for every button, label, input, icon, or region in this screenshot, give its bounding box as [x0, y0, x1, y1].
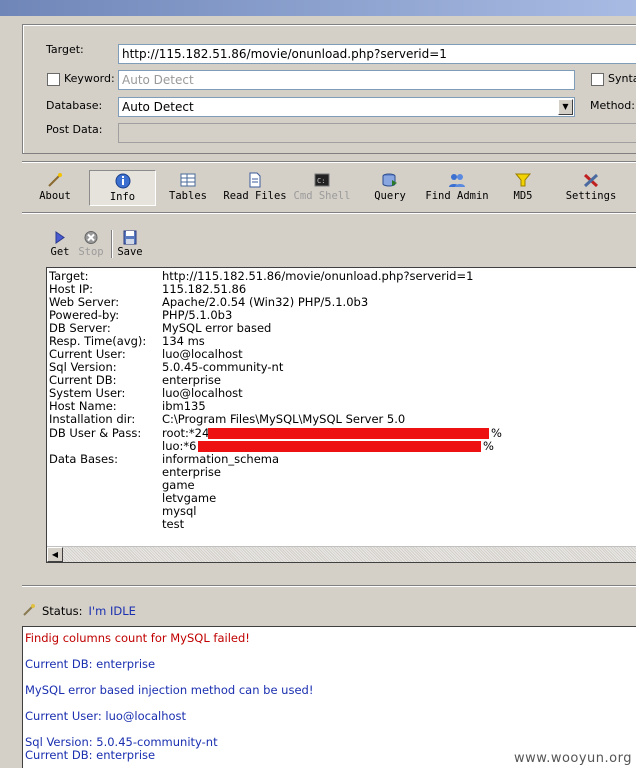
users-icon: [449, 174, 465, 187]
tools-icon: [583, 173, 599, 188]
query-icon: [382, 173, 397, 187]
toolbar-query-label: Query: [374, 190, 406, 202]
keyword-checkbox[interactable]: [47, 73, 60, 86]
toolbar-settings-label: Settings: [565, 190, 617, 202]
toolbar-find-admin-button[interactable]: Find Admin: [423, 170, 491, 206]
status-bar: Status: I'm IDLE: [22, 603, 136, 618]
method-label: Method:: [590, 99, 635, 112]
target-group: Target: http://115.182.51.86/movie/onunl…: [22, 24, 636, 154]
syntax-label: Synta: [608, 72, 636, 85]
table-icon: [180, 173, 196, 187]
stop-icon: [84, 231, 98, 244]
subtoolbar-separator: [111, 230, 113, 258]
toolbar-settings-button[interactable]: Settings: [563, 170, 619, 206]
redaction-bar: [208, 428, 489, 439]
database-name: test: [162, 517, 185, 531]
play-icon: [55, 231, 65, 244]
database-select-value: Auto Detect: [122, 100, 194, 114]
funnel-icon: [514, 173, 532, 187]
log-line: Findig columns count for MySQL failed!: [25, 631, 250, 645]
floppy-disk-icon: [123, 230, 137, 245]
toolbar-tables-button[interactable]: Tables: [166, 170, 210, 206]
info-icon: [115, 173, 130, 189]
stop-label: Stop: [78, 246, 104, 258]
save-label: Save: [117, 246, 143, 258]
toolbar-md5-button[interactable]: MD5: [509, 170, 537, 206]
postdata-label: Post Data:: [46, 123, 103, 136]
file-icon: [249, 172, 261, 188]
database-label: Database:: [46, 99, 103, 112]
toolbar-about-button[interactable]: About: [34, 170, 76, 206]
toolbar-about-label: About: [39, 190, 71, 202]
info-key: Data Bases:: [49, 452, 118, 466]
scroll-left-arrow-icon[interactable]: ◀: [47, 547, 63, 562]
toolbar-cmd-shell-button[interactable]: C: Cmd Shell: [293, 170, 351, 206]
toolbar-find-admin-label: Find Admin: [425, 190, 489, 202]
toolbar-info-label: Info: [109, 191, 136, 203]
toolbar-bottom-separator: [22, 212, 636, 214]
status-value: I'm IDLE: [88, 604, 136, 618]
svg-text:C:: C:: [317, 177, 325, 185]
toolbar-read-files-button[interactable]: Read Files: [222, 170, 288, 206]
info-key: Installation dir:: [49, 412, 136, 426]
get-label: Get: [50, 246, 70, 258]
info-dbuser-2-suffix: %: [483, 439, 494, 453]
stop-button[interactable]: Stop: [76, 228, 106, 262]
postdata-input[interactable]: [118, 123, 636, 143]
status-label: Status:: [42, 604, 83, 618]
target-label: Target:: [46, 43, 84, 56]
wand-icon: [23, 604, 35, 616]
redaction-bar: [198, 441, 481, 452]
wand-icon: [48, 173, 62, 187]
toolbar-query-button[interactable]: Query: [370, 170, 410, 206]
horizontal-scrollbar[interactable]: ◀: [47, 546, 636, 562]
panel-separator: [22, 585, 636, 587]
info-key: DB User & Pass:: [49, 426, 142, 440]
chevron-down-icon[interactable]: ▼: [558, 99, 573, 115]
info-value: C:\Program Files\MySQL\MySQL Server 5.0: [162, 412, 406, 426]
keyword-input[interactable]: Auto Detect: [118, 70, 575, 90]
keyword-label: Keyword:: [64, 72, 115, 85]
log-panel[interactable]: Findig columns count for MySQL failed! Cu…: [22, 626, 636, 768]
target-input[interactable]: http://115.182.51.86/movie/onunload.php?…: [118, 44, 636, 64]
save-button[interactable]: Save: [116, 228, 144, 262]
syntax-checkbox[interactable]: [591, 73, 604, 86]
get-button[interactable]: Get: [48, 228, 72, 262]
toolbar-md5-label: MD5: [513, 190, 533, 202]
toolbar-cmd-shell-label: Cmd Shell: [293, 190, 351, 202]
window-titlebar: [0, 0, 636, 16]
log-line: Current DB: enterprise: [25, 748, 156, 762]
log-line: Current User: luo@localhost: [25, 709, 187, 723]
log-line: Current DB: enterprise: [25, 657, 156, 671]
database-select[interactable]: Auto Detect ▼: [118, 97, 575, 117]
toolbar-info-button[interactable]: Info: [89, 170, 156, 206]
terminal-icon: C:: [314, 173, 330, 187]
watermark: www.wooyun.org: [513, 751, 632, 766]
toolbar-read-files-label: Read Files: [223, 190, 287, 202]
toolbar-tables-label: Tables: [169, 190, 207, 202]
log-line: MySQL error based injection method can b…: [25, 683, 314, 697]
info-panel[interactable]: Target: http://115.182.51.86/movie/onunlo…: [46, 267, 636, 563]
log-line: Sql Version: 5.0.45-community-nt: [25, 735, 218, 749]
toolbar-separator: [22, 161, 636, 163]
